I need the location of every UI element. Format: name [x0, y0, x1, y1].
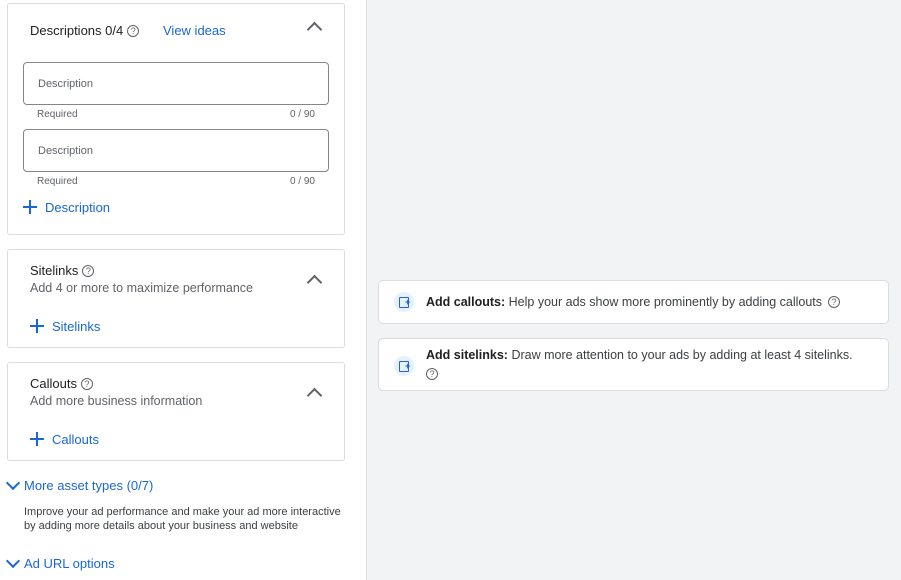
description-input-2[interactable] [24, 130, 328, 171]
plus-icon [30, 432, 44, 446]
sitelinks-title-text: Sitelinks [30, 263, 79, 278]
collapse-sitelinks-chevron-up-icon[interactable] [308, 273, 320, 285]
asset-editor-pane: Descriptions 0/4? View ideas Required 0 … [0, 0, 366, 580]
collapse-descriptions-chevron-up-icon[interactable] [308, 20, 320, 32]
chevron-down-icon [6, 480, 20, 490]
sitelinks-title: Sitelinks? [30, 263, 95, 278]
callouts-title-text: Callouts [30, 376, 77, 391]
description-field-2[interactable] [23, 129, 329, 172]
description-input-1[interactable] [24, 63, 328, 104]
help-icon[interactable]: ? [82, 265, 95, 277]
add-callouts-suggestion[interactable]: Add callouts: Help your ads show more pr… [378, 280, 889, 324]
suggestion-title: Add callouts: [426, 295, 506, 309]
suggestion-body: Help your ads show more prominently by a… [505, 295, 822, 309]
view-ideas-link[interactable]: View ideas [163, 23, 226, 38]
add-sitelinks-suggestion-text: Add sitelinks: Draw more attention to yo… [426, 346, 868, 384]
callouts-card: Callouts? Add more business information … [7, 362, 345, 461]
add-sitelinks-button[interactable]: Sitelinks [30, 319, 100, 334]
plus-icon [30, 319, 44, 333]
sitelinks-card: Sitelinks? Add 4 or more to maximize per… [7, 249, 345, 348]
plus-icon [23, 200, 37, 214]
ad-url-options-label: Ad URL options [24, 556, 115, 571]
add-asset-icon [394, 356, 414, 376]
ad-url-options-toggle[interactable]: Ad URL options [6, 556, 115, 571]
descriptions-title: Descriptions 0/4? [30, 23, 140, 38]
help-icon[interactable]: ? [80, 378, 93, 390]
add-asset-icon [394, 292, 414, 312]
add-sitelinks-suggestion[interactable]: Add sitelinks: Draw more attention to yo… [378, 338, 889, 391]
callouts-subtitle: Add more business information [30, 394, 203, 408]
add-description-button[interactable]: Description [23, 200, 110, 215]
more-asset-types-toggle[interactable]: More asset types (0/7) [6, 478, 153, 493]
description-field-1[interactable] [23, 62, 329, 105]
add-callouts-suggestion-text: Add callouts: Help your ads show more pr… [426, 293, 868, 312]
sitelinks-subtitle: Add 4 or more to maximize performance [30, 281, 254, 295]
suggestion-title: Add sitelinks: [426, 348, 508, 362]
description-1-hint: Required [37, 109, 78, 120]
more-asset-types-description: Improve your ad performance and make you… [24, 506, 341, 532]
callouts-title: Callouts? [30, 376, 93, 391]
chevron-down-icon [6, 558, 20, 568]
add-description-label: Description [45, 200, 111, 215]
description-2-counter: 0 / 90 [289, 176, 315, 187]
add-callouts-button[interactable]: Callouts [30, 432, 99, 447]
description-1-counter: 0 / 90 [289, 109, 315, 120]
descriptions-title-text: Descriptions 0/4 [30, 23, 124, 38]
help-icon[interactable]: ? [828, 296, 840, 308]
add-callouts-label: Callouts [52, 432, 99, 447]
help-icon[interactable]: ? [127, 25, 140, 37]
more-asset-types-label: More asset types (0/7) [24, 478, 154, 493]
help-icon[interactable]: ? [426, 368, 438, 380]
suggestion-body: Draw more attention to your ads by addin… [507, 348, 853, 362]
collapse-callouts-chevron-up-icon[interactable] [308, 386, 320, 398]
descriptions-card: Descriptions 0/4? View ideas Required 0 … [7, 3, 345, 235]
description-2-hint: Required [37, 176, 78, 187]
add-sitelinks-label: Sitelinks [52, 319, 101, 334]
